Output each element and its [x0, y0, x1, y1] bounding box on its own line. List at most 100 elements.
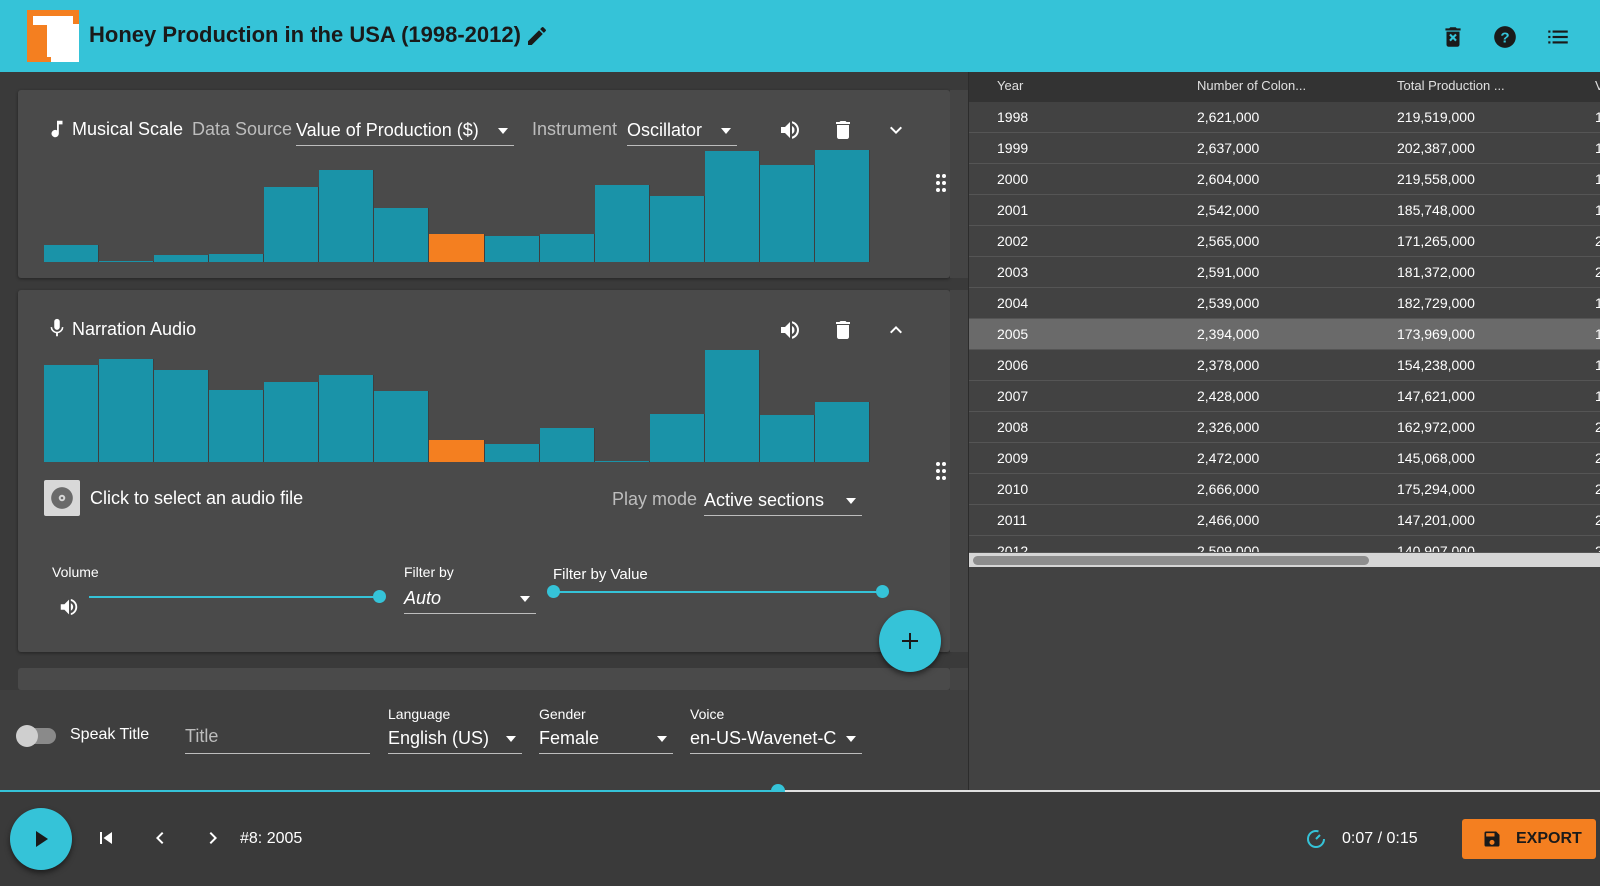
data-bar[interactable]: [484, 444, 540, 462]
data-source-select[interactable]: Value of Production ($): [296, 116, 514, 146]
horizontal-scrollbar[interactable]: [969, 553, 1600, 567]
data-bar[interactable]: [154, 370, 210, 462]
table-cell: 1: [1595, 357, 1600, 373]
data-bar[interactable]: [319, 374, 375, 462]
table-cell: 2: [1595, 264, 1600, 280]
play-mode-select[interactable]: Active sections: [704, 486, 862, 516]
export-button[interactable]: EXPORT: [1462, 819, 1596, 859]
page-title[interactable]: Honey Production in the USA (1998-2012): [89, 22, 521, 48]
data-bar[interactable]: [814, 150, 870, 262]
delete-track-icon[interactable]: [831, 318, 855, 342]
table-row[interactable]: 2001 2,542,000 185,748,000 1: [969, 195, 1600, 226]
play-button[interactable]: [10, 808, 72, 870]
table-cell: 2003: [997, 264, 1029, 280]
title-input[interactable]: [185, 720, 370, 754]
skip-to-start-icon[interactable]: [94, 826, 118, 850]
table-row[interactable]: 2010 2,666,000 175,294,000 2: [969, 474, 1600, 505]
table-cell: 2,428,000: [1197, 388, 1260, 404]
data-bar[interactable]: [704, 350, 760, 462]
table-row[interactable]: 2003 2,591,000 181,372,000 2: [969, 257, 1600, 288]
data-bar[interactable]: [319, 170, 375, 262]
data-bar[interactable]: [264, 186, 320, 262]
voice-select[interactable]: en-US-Wavenet-C: [690, 724, 862, 754]
previous-icon[interactable]: [148, 826, 172, 850]
data-bar[interactable]: [429, 234, 485, 262]
volume-icon[interactable]: [58, 596, 80, 618]
data-bar[interactable]: [704, 151, 760, 262]
scrollbar-thumb[interactable]: [973, 556, 1369, 565]
speak-title-bar: Speak Title Language English (US) Gender…: [0, 690, 968, 790]
volume-icon[interactable]: [778, 318, 802, 342]
narration-audio-bars[interactable]: [44, 350, 870, 462]
column-header-colonies[interactable]: Number of Colon...: [1197, 78, 1306, 93]
speak-title-toggle[interactable]: [16, 725, 56, 747]
data-bar[interactable]: [44, 245, 100, 262]
data-bar[interactable]: [814, 401, 870, 462]
volume-slider-thumb[interactable]: [373, 590, 386, 603]
audio-file-label[interactable]: Click to select an audio file: [90, 488, 303, 509]
table-row[interactable]: 2000 2,604,000 219,558,000 1: [969, 164, 1600, 195]
data-bar[interactable]: [594, 460, 650, 462]
data-bar[interactable]: [209, 254, 265, 262]
next-icon[interactable]: [201, 826, 225, 850]
audio-file-button[interactable]: [44, 480, 80, 516]
data-bar[interactable]: [374, 391, 430, 462]
data-bar[interactable]: [374, 208, 430, 262]
position-label: #8: 2005: [240, 830, 303, 847]
data-bar[interactable]: [429, 439, 485, 462]
data-bar[interactable]: [649, 195, 705, 262]
music-note-icon: [51, 120, 63, 138]
help-icon[interactable]: ?: [1492, 24, 1518, 50]
table-row[interactable]: 2006 2,378,000 154,238,000 1: [969, 350, 1600, 381]
table-row[interactable]: 1999 2,637,000 202,387,000 1: [969, 133, 1600, 164]
data-bar[interactable]: [759, 164, 815, 262]
save-icon: [1484, 831, 1500, 847]
edit-icon[interactable]: [525, 24, 549, 48]
menu-list-icon[interactable]: [1545, 24, 1571, 50]
table-cell: 219,519,000: [1397, 109, 1475, 125]
data-bar[interactable]: [154, 255, 210, 262]
filter-by-select[interactable]: Auto: [404, 584, 536, 614]
data-bar[interactable]: [759, 414, 815, 462]
table-row[interactable]: 2009 2,472,000 145,068,000 2: [969, 443, 1600, 474]
data-bar[interactable]: [264, 382, 320, 462]
data-bar[interactable]: [539, 234, 595, 262]
table-row[interactable]: 2008 2,326,000 162,972,000 2: [969, 412, 1600, 443]
data-bar[interactable]: [209, 390, 265, 462]
data-bar[interactable]: [44, 364, 100, 462]
table-row[interactable]: 2007 2,428,000 147,621,000 1: [969, 381, 1600, 412]
volume-icon[interactable]: [778, 118, 802, 142]
column-header-value[interactable]: V: [1595, 78, 1600, 93]
table-row[interactable]: 2011 2,466,000 147,201,000 2: [969, 505, 1600, 536]
speed-timer-icon[interactable]: [1304, 826, 1328, 850]
musical-scale-bars[interactable]: [44, 150, 870, 262]
range-slider-min-thumb[interactable]: [547, 585, 560, 598]
drag-handle-icon[interactable]: [936, 174, 948, 194]
table-cell: 2005: [997, 326, 1029, 342]
table-row[interactable]: 1998 2,621,000 219,519,000 1: [969, 102, 1600, 133]
table-cell: 2: [1595, 481, 1600, 497]
range-slider-max-thumb[interactable]: [876, 585, 889, 598]
gender-select[interactable]: Female: [539, 724, 673, 754]
table-row[interactable]: 2005 2,394,000 173,969,000 1: [969, 319, 1600, 350]
delete-track-icon[interactable]: [831, 118, 855, 142]
playback-time: 0:07 / 0:15: [1342, 830, 1418, 847]
language-select[interactable]: English (US): [388, 724, 522, 754]
data-bar[interactable]: [99, 260, 155, 262]
delete-dataset-icon[interactable]: [1440, 24, 1466, 50]
column-header-year[interactable]: Year: [997, 78, 1023, 93]
chevron-down-icon[interactable]: [884, 118, 908, 142]
add-track-button[interactable]: [879, 610, 941, 672]
table-row[interactable]: 2002 2,565,000 171,265,000 2: [969, 226, 1600, 257]
data-bar[interactable]: [484, 236, 540, 262]
column-header-total-production[interactable]: Total Production ...: [1397, 78, 1505, 93]
instrument-select[interactable]: Oscillator: [627, 116, 737, 146]
drag-handle-icon[interactable]: [936, 462, 948, 482]
table-row[interactable]: 2004 2,539,000 182,729,000 1: [969, 288, 1600, 319]
data-bar[interactable]: [594, 184, 650, 262]
chevron-up-icon[interactable]: [884, 318, 908, 342]
data-bar[interactable]: [649, 413, 705, 462]
data-bar[interactable]: [99, 358, 155, 462]
table-row[interactable]: 2012 2,509,000 140,907,000 2: [969, 536, 1600, 553]
data-bar[interactable]: [539, 428, 595, 462]
